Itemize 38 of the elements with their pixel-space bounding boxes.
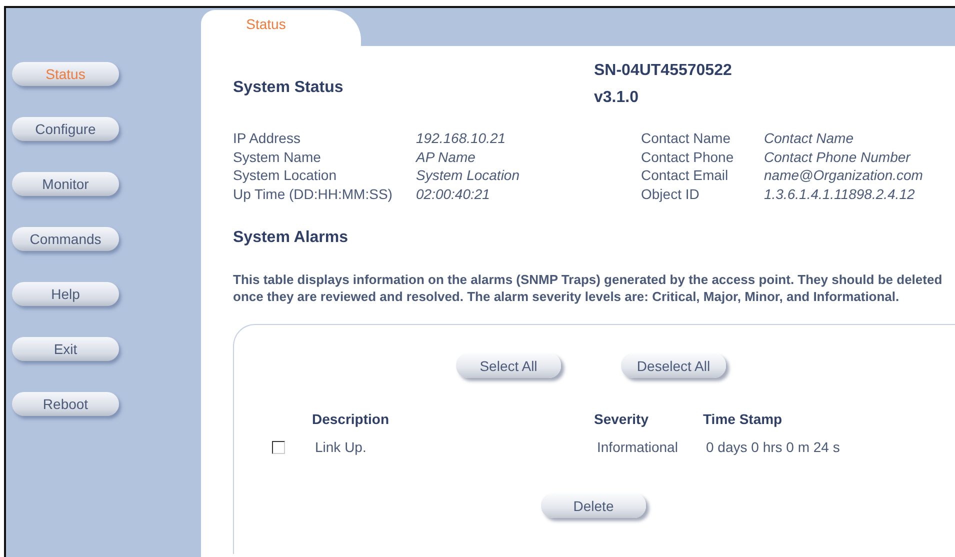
serial-number: SN-04UT45570522: [594, 62, 732, 80]
info-value: 02:00:40:21: [416, 184, 491, 203]
info-value: Contact Name: [764, 129, 854, 148]
nav-button[interactable]: Exit: [12, 337, 119, 361]
nav-button[interactable]: Reboot: [12, 392, 119, 416]
column-header: Description: [312, 411, 390, 427]
table-cell-text: Link Up.: [314, 439, 368, 455]
nav-button[interactable]: Commands: [12, 227, 119, 251]
info-label: Contact Phone: [641, 148, 735, 166]
description-text: This table displays information on the alarms (SNMP Traps) generated by the access point. They should be deleted once they are reviewed and resolved. The alarm severity levels are: Critical, Major, Minor, and Informational.: [233, 271, 944, 305]
nav-button[interactable]: Configure: [12, 117, 119, 141]
info-label: System Location: [233, 166, 338, 184]
info-value: Contact Phone Number: [764, 148, 912, 166]
table-cell-text: Informational: [596, 439, 679, 455]
column-header: Severity: [594, 411, 650, 427]
info-value: 192.168.10.21: [416, 129, 507, 148]
section-title: System Status: [233, 79, 344, 97]
select-button[interactable]: Deselect All: [621, 353, 726, 378]
nav-button[interactable]: Help: [12, 282, 119, 306]
nav-button[interactable]: Monitor: [12, 172, 119, 196]
delete-button[interactable]: Delete: [541, 493, 646, 518]
status-tab[interactable]: Status: [201, 10, 361, 46]
row-checkbox[interactable]: [272, 440, 285, 454]
info-value: System Location: [416, 166, 520, 184]
version-text: v3.1.0: [594, 89, 640, 107]
info-label: Object ID: [641, 184, 700, 203]
info-value: AP Name: [416, 148, 476, 166]
table-cell-text: 0 days 0 hrs 0 m 24 s: [705, 439, 841, 455]
info-label: Up Time (DD:HH:MM:SS): [233, 184, 394, 203]
info-label: IP Address: [233, 129, 302, 148]
info-label: System Name: [233, 148, 322, 166]
column-header: Time Stamp: [703, 411, 784, 427]
section-title: System Alarms: [233, 229, 350, 247]
info-value: name@Organization.com: [764, 166, 924, 184]
info-label: Contact Email: [641, 166, 730, 184]
select-button[interactable]: Select All: [456, 353, 561, 378]
info-label: Contact Name: [641, 129, 732, 148]
info-value: 1.3.6.1.4.1.11898.2.4.12: [764, 184, 916, 203]
